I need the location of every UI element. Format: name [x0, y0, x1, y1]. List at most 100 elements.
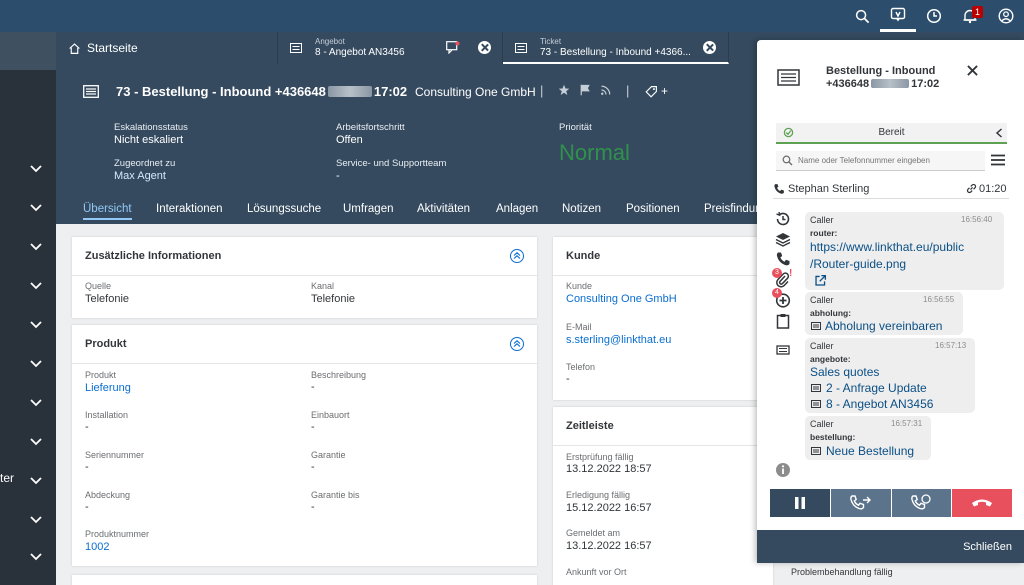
- email-value[interactable]: s.sterling@linkthat.eu: [566, 334, 671, 346]
- message-item[interactable]: Abholung vereinbaren: [825, 319, 942, 333]
- page-title: 73 - Bestellung - Inbound +436648 17:02: [116, 84, 407, 99]
- menu-icon[interactable]: [991, 154, 1005, 166]
- gem-label: Gemeldet am: [566, 528, 621, 538]
- hold-button[interactable]: [770, 489, 831, 517]
- tab-ticket[interactable]: Ticket 73 - Bestellung - Inbound +4366..…: [503, 32, 729, 64]
- card-title: Produkt: [85, 338, 127, 350]
- transfer-button[interactable]: [830, 489, 892, 517]
- message-item[interactable]: Neue Bestellung: [826, 444, 914, 458]
- chevron-down-icon[interactable]: [28, 355, 44, 371]
- erst-label: Erstprüfung fällig: [566, 452, 634, 462]
- alert-icon: !: [789, 268, 793, 279]
- nummer-value[interactable]: 1002: [85, 541, 109, 553]
- clock-icon: [926, 8, 942, 24]
- tab-interaktionen[interactable]: Interaktionen: [156, 203, 223, 215]
- redacted-digits: [871, 79, 910, 88]
- tab-umfragen[interactable]: Umfragen: [343, 203, 394, 215]
- chevron-down-icon[interactable]: [28, 277, 44, 293]
- history-button[interactable]: [916, 0, 952, 32]
- tab-preisfindung[interactable]: Preisfindun: [704, 203, 762, 215]
- tab-positionen[interactable]: Positionen: [626, 203, 680, 215]
- chat-alert-icon[interactable]: [446, 41, 460, 54]
- chevron-down-icon[interactable]: [28, 511, 44, 527]
- chevron-up-icon: [513, 252, 521, 259]
- tab-type: Ticket: [540, 37, 562, 46]
- tab-home[interactable]: Startseite: [56, 32, 278, 64]
- transfer-call-icon: [849, 495, 871, 510]
- consult-button[interactable]: [891, 489, 953, 517]
- sidebar-active-item[interactable]: [0, 32, 56, 70]
- agent-status[interactable]: Bereit: [776, 123, 1007, 144]
- kunde-value[interactable]: Consulting One GmbH: [566, 293, 677, 305]
- tab-notizen[interactable]: Notizen: [562, 203, 601, 215]
- tab-uebersicht[interactable]: Übersicht: [83, 203, 132, 220]
- collapse-button[interactable]: [510, 249, 524, 263]
- status-text: Bereit: [878, 127, 905, 138]
- history-icon[interactable]: [775, 211, 791, 227]
- einbauort-label: Einbauort: [311, 410, 350, 420]
- chevron-down-icon[interactable]: [28, 433, 44, 449]
- zugeordnet-value[interactable]: Max Agent: [114, 170, 166, 182]
- tab-aktivitaeten[interactable]: Aktivitäten: [417, 203, 470, 215]
- header-company: Consulting One GmbH: [415, 85, 536, 99]
- rss-icon[interactable]: [600, 84, 612, 96]
- email-label: E-Mail: [566, 322, 592, 332]
- notifications-button[interactable]: 1: [952, 0, 988, 32]
- badge-count: 3: [772, 268, 782, 278]
- divider: [553, 275, 773, 276]
- layers-icon[interactable]: [775, 231, 791, 247]
- chevron-left-icon[interactable]: [995, 128, 1003, 138]
- shell-bar: 1: [0, 0, 1024, 32]
- phone-chat-icon: [890, 7, 906, 21]
- badge-count: 4: [772, 288, 782, 298]
- chevron-down-icon[interactable]: [28, 238, 44, 254]
- garantie-label: Garantie: [311, 450, 346, 460]
- divider: [553, 445, 773, 446]
- tab-anlagen[interactable]: Anlagen: [496, 203, 538, 215]
- tab-close-button[interactable]: [703, 41, 716, 54]
- tab-close-button[interactable]: [478, 41, 491, 54]
- message-link[interactable]: https://www.linkthat.eu/public: [810, 240, 964, 254]
- tab-loesungssuche[interactable]: Lösungssuche: [247, 203, 321, 215]
- search-button[interactable]: [844, 0, 880, 32]
- info-icon[interactable]: [775, 462, 791, 478]
- user-menu-button[interactable]: [988, 0, 1024, 32]
- star-icon[interactable]: [558, 84, 570, 96]
- telephony-button[interactable]: [880, 0, 916, 32]
- external-link-icon[interactable]: [814, 274, 827, 287]
- ticket-small-icon[interactable]: [775, 342, 791, 358]
- produkt-value[interactable]: Lieferung: [85, 382, 131, 394]
- telefon-value: -: [566, 373, 570, 385]
- search-icon: [855, 9, 869, 23]
- chevron-down-icon[interactable]: [28, 160, 44, 176]
- prio-value: Normal: [559, 140, 630, 165]
- sidebar-item-label[interactable]: ter: [0, 471, 14, 485]
- ticket-small-icon: [811, 447, 821, 455]
- hangup-button[interactable]: [952, 489, 1012, 517]
- document-icon: [290, 43, 302, 53]
- chevron-down-icon[interactable]: [28, 316, 44, 332]
- pause-icon: [794, 497, 805, 509]
- chevron-down-icon[interactable]: [28, 548, 44, 564]
- chevron-down-icon[interactable]: [28, 394, 44, 410]
- message-link[interactable]: /Router-guide.png: [810, 257, 906, 271]
- dial-search-input[interactable]: [798, 156, 978, 165]
- add-tag-button[interactable]: +: [645, 84, 668, 98]
- problem-handling-label: Problembehandlung fällig: [791, 567, 893, 577]
- message-item[interactable]: Sales quotes: [810, 365, 879, 379]
- service-label: Service- und Supportteam: [336, 158, 447, 169]
- kanal-label: Kanal: [311, 281, 335, 291]
- collapse-button[interactable]: [510, 337, 524, 351]
- message-key: bestellung:: [810, 432, 856, 442]
- message-item[interactable]: 2 - Anfrage Update: [826, 381, 927, 395]
- chevron-down-icon[interactable]: [28, 472, 44, 488]
- close-panel-button[interactable]: Schließen: [963, 541, 1012, 553]
- phone-icon[interactable]: [775, 251, 791, 267]
- ticket-icon: [777, 69, 800, 86]
- tab-angebot[interactable]: Angebot 8 - Angebot AN3456: [278, 32, 503, 64]
- message-item[interactable]: 8 - Angebot AN3456: [826, 397, 933, 411]
- chevron-down-icon[interactable]: [28, 199, 44, 215]
- close-icon[interactable]: [967, 65, 978, 76]
- clipboard-icon[interactable]: [775, 313, 791, 329]
- flag-icon[interactable]: [579, 84, 591, 96]
